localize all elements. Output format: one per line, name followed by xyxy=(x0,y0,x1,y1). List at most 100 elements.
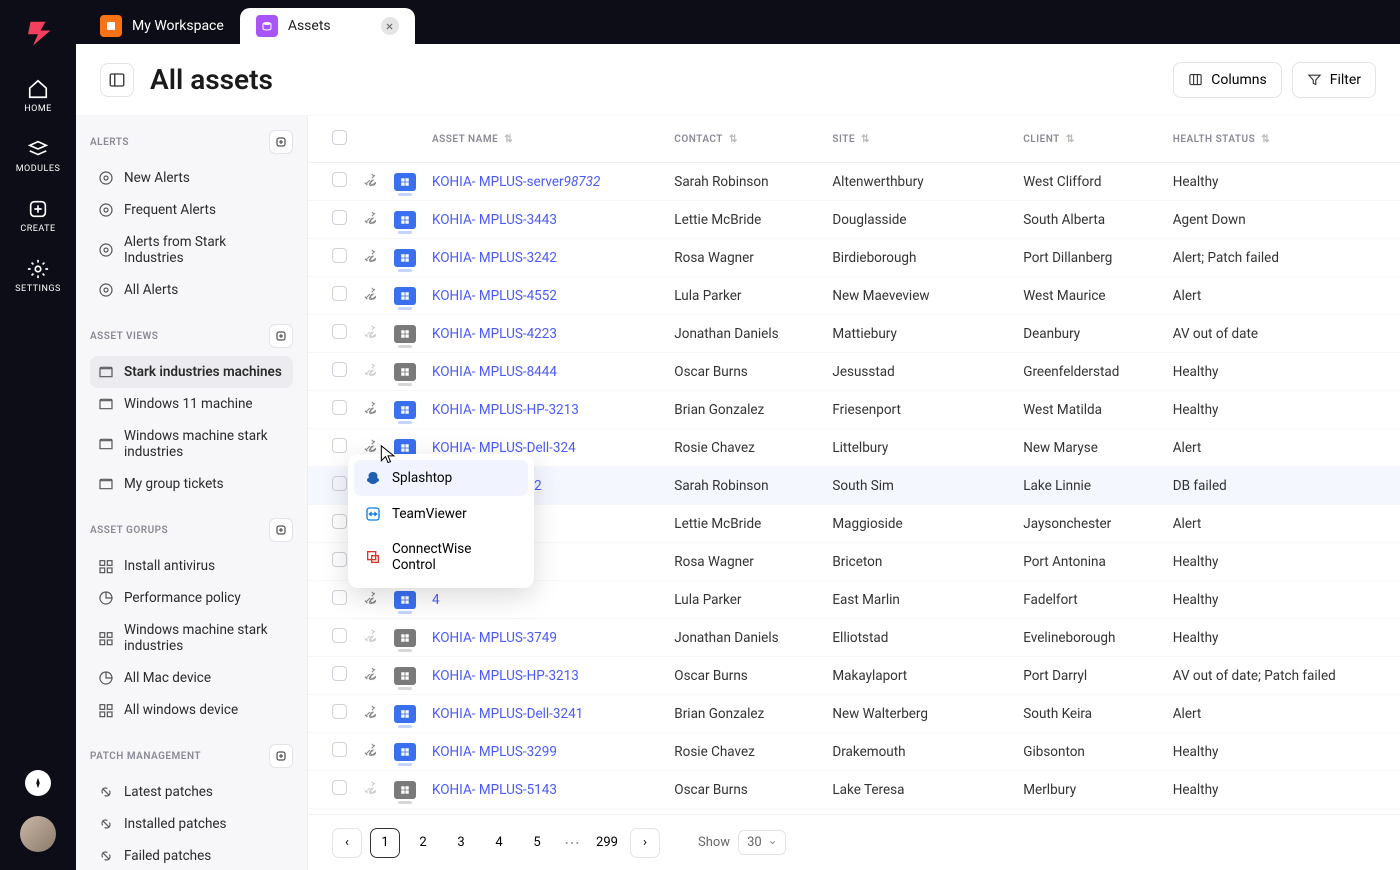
row-checkbox[interactable] xyxy=(332,286,347,301)
page-next-button[interactable]: › xyxy=(630,828,660,858)
add-patch-button[interactable] xyxy=(269,744,293,768)
col-contact[interactable]: CONTACT⇅ xyxy=(666,116,824,163)
col-asset-name[interactable]: ASSET NAME⇅ xyxy=(424,116,666,163)
row-checkbox[interactable] xyxy=(332,780,347,795)
asset-name-link[interactable]: KOHIA- MPLUS-4552 xyxy=(432,288,557,304)
asset-name-link[interactable]: KOHIA- MPLUS-3443 xyxy=(432,212,557,228)
page-last-button[interactable]: 299 xyxy=(592,828,622,858)
remote-tools-icon[interactable] xyxy=(363,403,378,419)
row-checkbox[interactable] xyxy=(332,704,347,719)
ctx-connectwise[interactable]: ConnectWise Control xyxy=(354,532,528,582)
filter-button[interactable]: Filter xyxy=(1292,62,1376,98)
sidebar-toggle-button[interactable] xyxy=(100,63,134,97)
sidebar-item-install-antivirus[interactable]: Install antivirus xyxy=(90,550,293,582)
asset-name-link[interactable]: KOHIA- MPLUS-4223 xyxy=(432,326,557,342)
row-checkbox[interactable] xyxy=(332,590,347,605)
row-checkbox[interactable] xyxy=(332,552,347,567)
sidebar-item-all-alerts[interactable]: All Alerts xyxy=(90,274,293,306)
remote-tools-icon[interactable] xyxy=(363,669,378,685)
add-group-button[interactable] xyxy=(269,518,293,542)
table-row[interactable]: KOHIA- MPLUS-8444 Oscar Burns Jesusstad … xyxy=(308,353,1400,391)
nav-settings[interactable]: SETTINGS xyxy=(15,258,61,294)
sidebar-item-my-tickets[interactable]: My group tickets xyxy=(90,468,293,500)
per-page-select[interactable]: 30 xyxy=(738,830,786,855)
compass-icon[interactable] xyxy=(25,770,51,796)
asset-name-link[interactable]: KOHIA- MPLUS-server98732 xyxy=(432,174,600,190)
remote-tools-icon[interactable] xyxy=(363,783,378,799)
table-row[interactable]: KOHIA- MPLUS-5143 Oscar Burns Lake Teres… xyxy=(308,771,1400,809)
asset-name-link[interactable]: KOHIA- MPLUS-5143 xyxy=(432,782,557,798)
columns-button[interactable]: Columns xyxy=(1173,62,1281,98)
table-row[interactable]: KOHIA- MPLUS-HP-3213 Oscar Burns Makayla… xyxy=(308,657,1400,695)
page-prev-button[interactable]: ‹ xyxy=(332,828,362,858)
row-checkbox[interactable] xyxy=(332,210,347,225)
add-view-button[interactable] xyxy=(269,324,293,348)
tab-assets[interactable]: Assets xyxy=(240,8,415,44)
sidebar-item-all-windows[interactable]: All windows device xyxy=(90,694,293,726)
nav-create[interactable]: CREATE xyxy=(20,198,55,234)
table-row[interactable]: KOHIA- MPLUS-Dell-3241 Brian Gonzalez Ne… xyxy=(308,695,1400,733)
tab-workspace[interactable]: My Workspace xyxy=(84,8,240,44)
row-checkbox[interactable] xyxy=(332,172,347,187)
sidebar-item-failed-patches[interactable]: Failed patches xyxy=(90,840,293,870)
page-3-button[interactable]: 3 xyxy=(446,828,476,858)
asset-name-link[interactable]: KOHIA- MPLUS-3242 xyxy=(432,250,557,266)
row-checkbox[interactable] xyxy=(332,324,347,339)
sidebar-item-new-alerts[interactable]: New Alerts xyxy=(90,162,293,194)
col-client[interactable]: CLIENT⇅ xyxy=(1015,116,1164,163)
remote-tools-icon[interactable] xyxy=(363,365,378,381)
remote-tools-icon[interactable] xyxy=(363,631,378,647)
col-health[interactable]: HEALTH STATUS⇅ xyxy=(1165,116,1400,163)
table-row[interactable]: KOHIA- MPLUS-4552 Lula Parker New Maevev… xyxy=(308,277,1400,315)
remote-tools-icon[interactable] xyxy=(363,251,378,267)
row-checkbox[interactable] xyxy=(332,514,347,529)
avatar[interactable] xyxy=(20,816,56,852)
ctx-teamviewer[interactable]: TeamViewer xyxy=(354,496,528,532)
row-checkbox[interactable] xyxy=(332,476,347,491)
sidebar-item-stark-machines[interactable]: Stark industries machines xyxy=(90,356,293,388)
row-checkbox[interactable] xyxy=(332,438,347,453)
sidebar-item-frequent-alerts[interactable]: Frequent Alerts xyxy=(90,194,293,226)
remote-tools-icon[interactable] xyxy=(363,289,378,305)
page-2-button[interactable]: 2 xyxy=(408,828,438,858)
page-1-button[interactable]: 1 xyxy=(370,828,400,858)
asset-name-link[interactable]: KOHIA- MPLUS-HP-3213 xyxy=(432,402,579,418)
asset-name-link[interactable]: KOHIA- MPLUS-3299 xyxy=(432,744,557,760)
sidebar-item-win-stark[interactable]: Windows machine stark industries xyxy=(90,420,293,468)
asset-name-link[interactable]: KOHIA- MPLUS-Dell-3241 xyxy=(432,706,583,722)
table-row[interactable]: KOHIA- MPLUS-server98732 Sarah Robinson … xyxy=(308,163,1400,201)
row-checkbox[interactable] xyxy=(332,628,347,643)
close-icon[interactable] xyxy=(381,17,399,35)
select-all-checkbox[interactable] xyxy=(332,130,347,145)
remote-tools-icon[interactable] xyxy=(363,745,378,761)
asset-name-link[interactable]: KOHIA- MPLUS-HP-3213 xyxy=(432,668,579,684)
table-row[interactable]: KOHIA- MPLUS-3749 Jonathan Daniels Ellio… xyxy=(308,619,1400,657)
sidebar-item-win11[interactable]: Windows 11 machine xyxy=(90,388,293,420)
row-checkbox[interactable] xyxy=(332,666,347,681)
remote-tools-icon[interactable] xyxy=(363,175,378,191)
sidebar-item-installed-patches[interactable]: Installed patches xyxy=(90,808,293,840)
table-row[interactable]: KOHIA- MPLUS-3443 Lettie McBride Douglas… xyxy=(308,201,1400,239)
sidebar-item-performance-policy[interactable]: Performance policy xyxy=(90,582,293,614)
row-checkbox[interactable] xyxy=(332,362,347,377)
row-checkbox[interactable] xyxy=(332,400,347,415)
asset-name-link[interactable]: KOHIA- MPLUS-8444 xyxy=(432,364,557,380)
table-row[interactable]: KOHIA- MPLUS-4223 Jonathan Daniels Matti… xyxy=(308,315,1400,353)
sidebar-item-stark-alerts[interactable]: Alerts from Stark Industries xyxy=(90,226,293,274)
remote-tools-icon[interactable] xyxy=(363,707,378,723)
row-checkbox[interactable] xyxy=(332,248,347,263)
sidebar-item-latest-patches[interactable]: Latest patches xyxy=(90,776,293,808)
nav-modules[interactable]: MODULES xyxy=(16,138,61,174)
remote-tools-icon[interactable] xyxy=(363,327,378,343)
add-alert-button[interactable] xyxy=(269,130,293,154)
table-row[interactable]: KOHIA- MPLUS-HP-3213 Brian Gonzalez Frie… xyxy=(308,391,1400,429)
sidebar-item-all-mac[interactable]: All Mac device xyxy=(90,662,293,694)
sidebar-item-win-stark-group[interactable]: Windows machine stark industries xyxy=(90,614,293,662)
nav-home[interactable]: HOME xyxy=(24,78,52,114)
page-5-button[interactable]: 5 xyxy=(522,828,552,858)
asset-name-link[interactable]: KOHIA- MPLUS-3749 xyxy=(432,630,557,646)
page-4-button[interactable]: 4 xyxy=(484,828,514,858)
table-row[interactable]: KOHIA- MPLUS-3299 Rosie Chavez Drakemout… xyxy=(308,733,1400,771)
col-site[interactable]: SITE⇅ xyxy=(824,116,1015,163)
remote-tools-icon[interactable] xyxy=(363,213,378,229)
